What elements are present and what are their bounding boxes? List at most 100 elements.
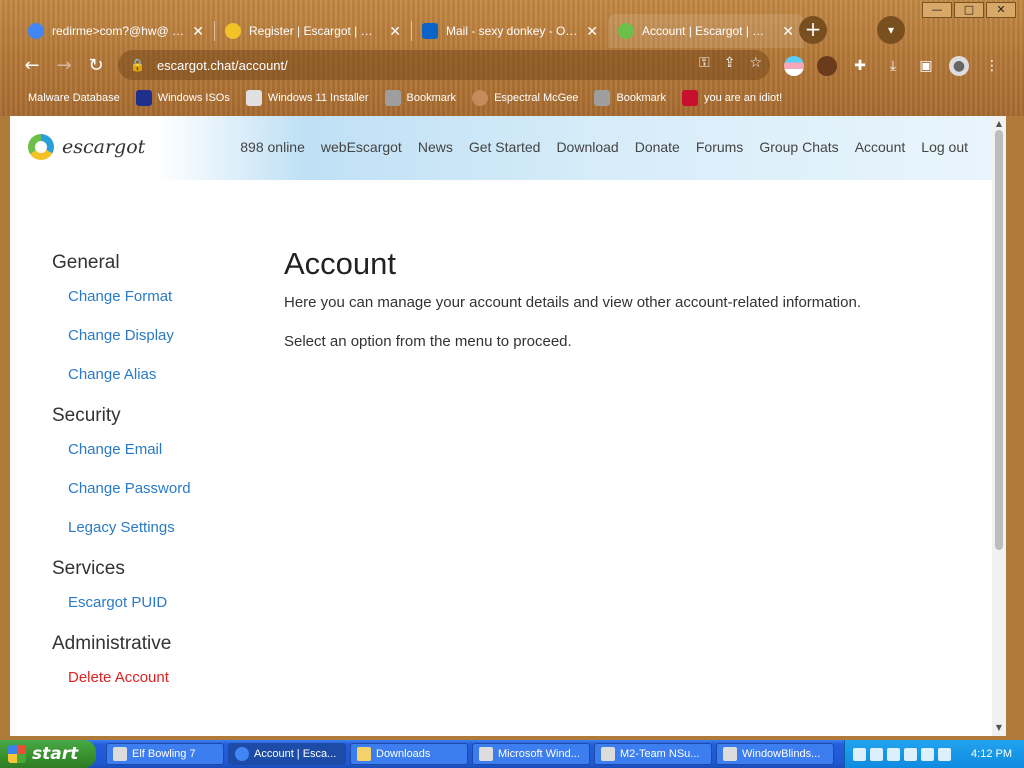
app-icon — [479, 747, 493, 761]
page-scrollbar[interactable]: ▲ ▼ — [992, 116, 1006, 736]
extension-avatar-icon[interactable] — [817, 56, 837, 76]
menu-icon[interactable]: ⋮ — [982, 56, 1002, 76]
sidebar-item-change-password[interactable]: Change Password — [68, 480, 252, 497]
clock[interactable]: 4:12 PM — [971, 748, 1012, 760]
bookmark-item[interactable]: Bookmark — [384, 88, 457, 108]
nav-online-count[interactable]: 898 online — [240, 139, 305, 155]
brand-name: escargot — [62, 136, 146, 158]
share-icon[interactable]: ⇪ — [724, 55, 736, 71]
nav-donate[interactable]: Donate — [635, 139, 680, 155]
nav-log-out[interactable]: Log out — [921, 139, 968, 155]
bookmark-label: Bookmark — [616, 92, 666, 104]
nav-account[interactable]: Account — [855, 139, 906, 155]
lock-icon[interactable]: 🔒 — [130, 58, 145, 72]
taskbar-tasks: Elf Bowling 7 Account | Esca... Download… — [106, 743, 834, 765]
tray-app-icon[interactable] — [887, 747, 900, 761]
account-main: Account Here you can manage your account… — [284, 246, 964, 372]
sidebar-item-change-alias[interactable]: Change Alias — [68, 366, 252, 383]
x-icon — [135, 90, 152, 106]
nav-news[interactable]: News — [418, 139, 453, 155]
forward-button[interactable]: → — [52, 54, 76, 78]
scroll-thumb[interactable] — [995, 130, 1003, 550]
bookmark-label: Bookmark — [406, 92, 457, 104]
close-icon[interactable]: ✕ — [586, 23, 598, 40]
bookmark-item[interactable]: Windows ISOs — [135, 88, 230, 108]
nav-download[interactable]: Download — [556, 139, 618, 155]
tab-strip: redirme>com?@hw@ - Go ✕ Register | Escar… — [18, 14, 804, 48]
sidebar-group-administrative: Administrative Delete Account — [52, 633, 252, 686]
tab-1[interactable]: redirme>com?@hw@ - Go ✕ — [18, 14, 214, 48]
sidebar-item-legacy-settings[interactable]: Legacy Settings — [68, 519, 252, 536]
puzzle-icon[interactable]: ✚ — [850, 56, 870, 76]
back-button[interactable]: ← — [20, 54, 44, 78]
start-button[interactable]: start — [0, 740, 96, 768]
close-icon[interactable]: ✕ — [389, 23, 401, 40]
bookmark-item[interactable]: Espectral McGee — [472, 88, 578, 108]
flag-icon — [681, 90, 698, 106]
task-windowblinds[interactable]: WindowBlinds... — [716, 743, 834, 765]
app-icon — [113, 747, 127, 761]
task-label: Downloads — [376, 748, 431, 760]
browser-frame: — □ ✕ redirme>com?@hw@ - Go ✕ Register |… — [0, 0, 1024, 116]
tab-search-button[interactable]: ▾ — [877, 16, 905, 44]
sidebar-heading: General — [52, 252, 120, 273]
bookmark-item[interactable]: Bookmark — [594, 88, 666, 108]
nav-forums[interactable]: Forums — [696, 139, 743, 155]
close-icon[interactable]: ✕ — [192, 23, 204, 40]
nav-webescargot[interactable]: webEscargot — [321, 139, 402, 155]
minimize-button[interactable]: — — [922, 2, 952, 18]
task-elf-bowling[interactable]: Elf Bowling 7 — [106, 743, 224, 765]
tab-title: Mail - sexy donkey - Outlook — [446, 24, 579, 38]
task-label: M2-Team NSu... — [620, 748, 700, 760]
nav-get-started[interactable]: Get Started — [469, 139, 541, 155]
sidebar-item-change-email[interactable]: Change Email — [68, 441, 252, 458]
sidepanel-icon[interactable]: ▣ — [916, 56, 936, 76]
volume-icon[interactable] — [938, 747, 951, 761]
outlook-icon — [422, 23, 438, 39]
download-icon[interactable]: ⤓ — [883, 56, 903, 76]
close-icon[interactable]: ✕ — [782, 23, 794, 40]
sidebar-item-escargot-puid[interactable]: Escargot PUID — [68, 594, 252, 611]
window-controls: — □ ✕ — [922, 2, 1016, 18]
bookmark-item[interactable]: Malware Database — [28, 88, 120, 108]
extension-pride-icon[interactable] — [784, 56, 804, 76]
sidebar-group-general: General Change Format Change Display Cha… — [52, 252, 252, 383]
task-downloads[interactable]: Downloads — [350, 743, 468, 765]
close-window-button[interactable]: ✕ — [986, 2, 1016, 18]
address-bar[interactable]: 🔒 escargot.chat/account/ ⚿ ⇪ ☆ — [118, 50, 770, 80]
sidebar-item-delete-account[interactable]: Delete Account — [68, 669, 252, 686]
tray-app-icon[interactable] — [870, 747, 883, 761]
bookmark-icon — [384, 90, 401, 106]
scroll-down-icon[interactable]: ▼ — [992, 722, 1006, 734]
tab-4[interactable]: Account | Escargot | MSN ✕ — [608, 14, 804, 48]
url-text[interactable]: escargot.chat/account/ — [157, 58, 288, 73]
task-chrome[interactable]: Account | Esca... — [228, 743, 346, 765]
toolbar-icons: ✚ ⤓ ▣ ● ⋮ — [784, 56, 1002, 76]
task-microsoft-windows[interactable]: Microsoft Wind... — [472, 743, 590, 765]
key-icon[interactable]: ⚿ — [699, 55, 710, 71]
windows-flag-icon — [8, 745, 26, 763]
sidebar-item-change-format[interactable]: Change Format — [68, 288, 252, 305]
star-icon[interactable]: ☆ — [749, 55, 762, 71]
bookmark-item[interactable]: you are an idiot! — [681, 88, 782, 108]
reload-button[interactable]: ↻ — [84, 54, 108, 78]
sidebar-item-change-display[interactable]: Change Display — [68, 327, 252, 344]
profile-icon[interactable]: ● — [949, 56, 969, 76]
omnibox-actions: ⚿ ⇪ ☆ — [699, 55, 762, 71]
maximize-button[interactable]: □ — [954, 2, 984, 18]
new-tab-button[interactable]: + — [799, 16, 827, 44]
network-icon[interactable] — [921, 747, 934, 761]
site-header: escargot 898 online webEscargot News Get… — [10, 116, 992, 180]
site-brand[interactable]: escargot — [28, 134, 145, 160]
tab-3[interactable]: Mail - sexy donkey - Outlook ✕ — [412, 14, 608, 48]
search-icon[interactable] — [853, 747, 866, 761]
nav-group-chats[interactable]: Group Chats — [759, 139, 838, 155]
tab-2[interactable]: Register | Escargot | MSN ✕ — [215, 14, 411, 48]
scroll-up-icon[interactable]: ▲ — [992, 118, 1006, 130]
flag-icon[interactable] — [904, 747, 917, 761]
bookmark-label: Espectral McGee — [494, 92, 579, 104]
bookmark-item[interactable]: Windows 11 Installer — [245, 88, 369, 108]
google-icon — [28, 23, 44, 39]
task-m2-team[interactable]: M2-Team NSu... — [594, 743, 712, 765]
page-title: Account — [284, 246, 397, 281]
